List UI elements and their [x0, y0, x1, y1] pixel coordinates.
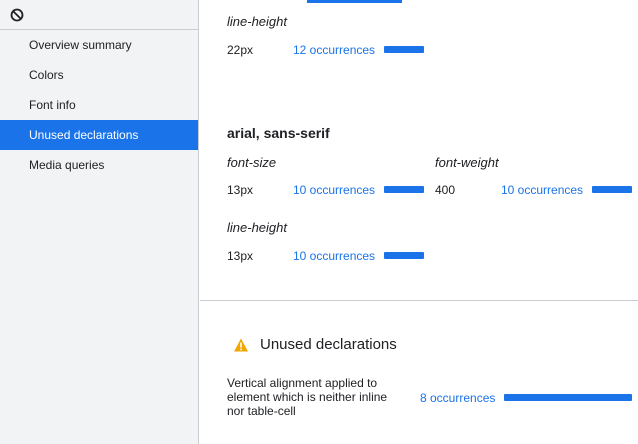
clear-button[interactable]	[9, 7, 25, 23]
sidebar-item-media-queries[interactable]: Media queries	[0, 150, 198, 180]
line-height-value: 22px	[227, 43, 254, 57]
font-weight-occurrences-link[interactable]: 10 occurrences	[501, 183, 583, 197]
font-weight-value: 400	[435, 183, 456, 197]
occurrences-bar	[384, 252, 424, 259]
sidebar-item-label: Unused declarations	[29, 128, 139, 142]
sidebar-item-label: Media queries	[29, 158, 105, 172]
sidebar-item-font-info[interactable]: Font info	[0, 90, 198, 120]
font-size-label: font-size	[227, 155, 277, 170]
sidebar-item-unused-declarations[interactable]: Unused declarations	[0, 120, 198, 150]
main-panel: line-height 22px 12 occurrences arial, s…	[200, 0, 638, 444]
sidebar-nav: Overview summary Colors Font info Unused…	[0, 30, 198, 180]
unused-declarations-section: Unused declarations Vertical alignment a…	[200, 302, 638, 444]
clear-icon	[10, 8, 24, 21]
sidebar-item-label: Font info	[29, 98, 76, 112]
line-height-label: line-height	[227, 220, 287, 235]
occurrences-bar	[504, 394, 632, 401]
unused-occurrences-link[interactable]: 8 occurrences	[420, 391, 495, 405]
unused-declaration-description: Vertical alignment applied to element wh…	[227, 376, 388, 418]
sidebar: Overview summary Colors Font info Unused…	[0, 0, 199, 444]
font-weight-label: font-weight	[435, 155, 499, 170]
font-size-value: 13px	[227, 183, 254, 197]
sidebar-toolbar	[0, 0, 198, 30]
sidebar-item-label: Overview summary	[29, 38, 132, 52]
occurrences-bar	[592, 186, 632, 193]
font-info-section: line-height 22px 12 occurrences arial, s…	[200, 0, 638, 301]
occurrences-bar	[384, 46, 424, 53]
line-height-value: 13px	[227, 249, 254, 263]
unused-declarations-title: Unused declarations	[260, 336, 397, 353]
sidebar-item-label: Colors	[29, 68, 64, 82]
unused-declarations-header: Unused declarations	[233, 336, 397, 353]
occurrences-bar	[384, 186, 424, 193]
font-size-occurrences-link[interactable]: 10 occurrences	[293, 183, 375, 197]
line-height-label: line-height	[227, 14, 287, 29]
sidebar-item-colors[interactable]: Colors	[0, 60, 198, 90]
sidebar-item-overview-summary[interactable]: Overview summary	[0, 30, 198, 60]
line-height-occurrences-link[interactable]: 10 occurrences	[293, 249, 375, 263]
warning-icon	[234, 338, 248, 351]
font-family-title: arial, sans-serif	[227, 125, 330, 141]
line-height-occurrences-link[interactable]: 12 occurrences	[293, 43, 375, 57]
